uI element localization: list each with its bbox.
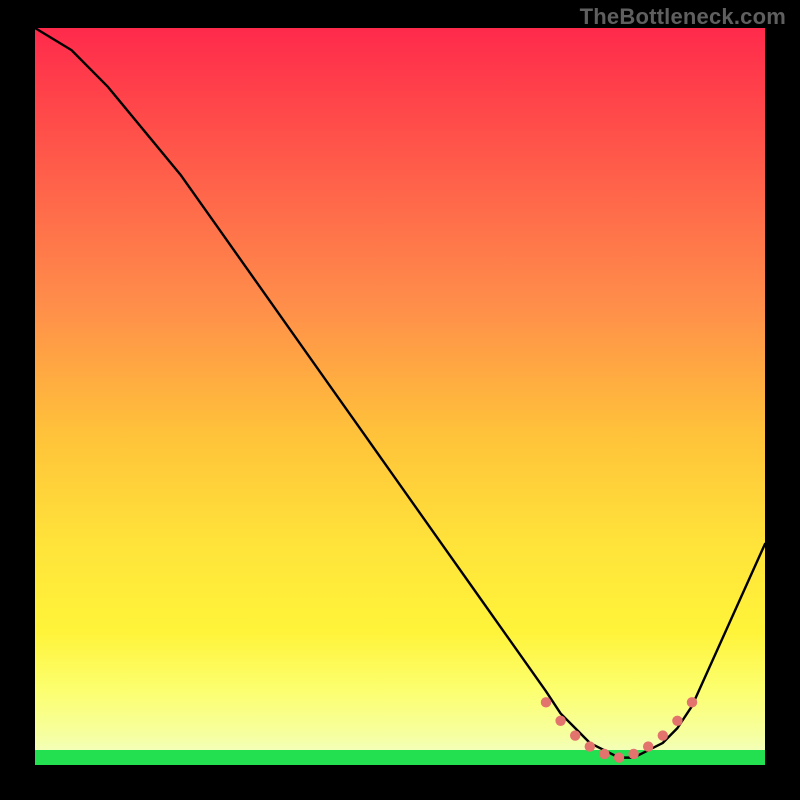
marker-dot — [614, 752, 624, 762]
green-band — [35, 750, 765, 765]
marker-dot — [628, 749, 638, 759]
watermark-text: TheBottleneck.com — [580, 4, 786, 30]
gradient-background — [35, 28, 765, 765]
marker-dot — [687, 697, 697, 707]
marker-dot — [541, 697, 551, 707]
marker-dot — [599, 749, 609, 759]
chart-frame: TheBottleneck.com — [0, 0, 800, 800]
marker-dot — [555, 716, 565, 726]
marker-dot — [658, 730, 668, 740]
marker-dot — [672, 716, 682, 726]
marker-dot — [585, 741, 595, 751]
plot-area — [35, 28, 765, 765]
chart-svg — [35, 28, 765, 765]
marker-dot — [643, 741, 653, 751]
marker-dot — [570, 730, 580, 740]
